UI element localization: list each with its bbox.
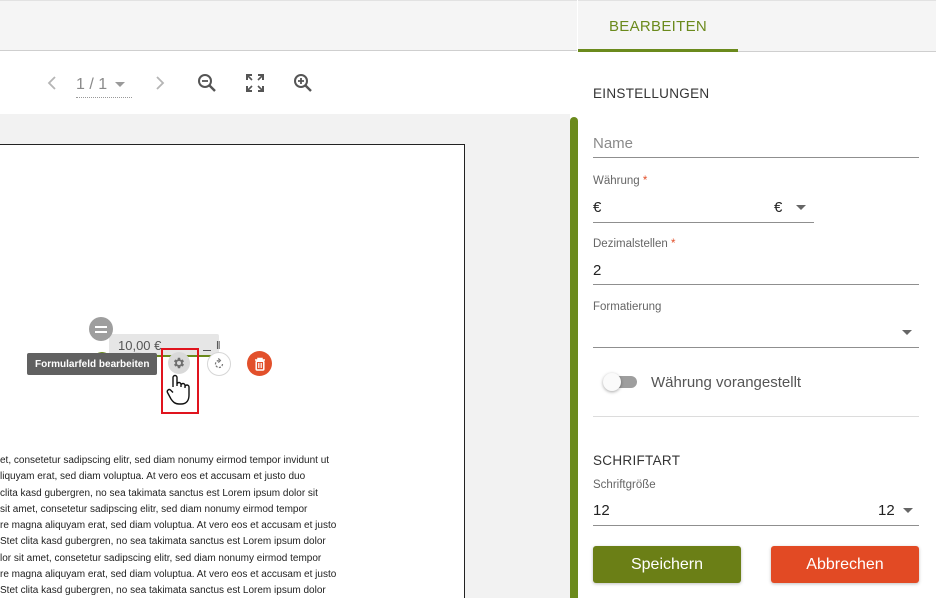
document-text-line: sit amet, consetetur sadipscing elitr, s… xyxy=(0,503,308,515)
settings-section-title: EINSTELLUNGEN xyxy=(593,86,710,101)
document-text-line: Stet clita kasd gubergren, no sea takima… xyxy=(0,585,326,597)
currency-label-text: Währung xyxy=(593,175,640,187)
rotate-field-button[interactable] xyxy=(207,352,231,376)
currency-value: € xyxy=(593,199,602,216)
cancel-button-label: Abbrechen xyxy=(806,555,884,573)
required-mark: * xyxy=(642,175,648,187)
viewer-scrollbar[interactable] xyxy=(570,117,578,598)
save-button[interactable]: Speichern xyxy=(593,546,741,583)
decimals-input[interactable]: Dezimalstellen * 2 xyxy=(593,238,919,286)
decimals-underline xyxy=(593,284,919,285)
document-viewer: 1 / 1 10,00 € ‖ Formularfeld bearbeiten … xyxy=(0,0,578,598)
chevron-down-icon xyxy=(902,330,912,335)
edit-panel: BEARBEITEN EINSTELLUNGEN Name Währung * … xyxy=(578,0,936,598)
currency-selected: € xyxy=(774,199,783,216)
formatting-underline xyxy=(593,347,919,348)
decimals-label: Dezimalstellen * xyxy=(593,238,919,250)
zoom-in-icon xyxy=(294,74,312,92)
next-page-button[interactable] xyxy=(146,70,172,96)
chevron-left-icon xyxy=(47,76,56,90)
drag-handle-icon xyxy=(95,325,107,333)
formatting-select[interactable]: Formatierung xyxy=(593,301,919,349)
zoom-out-button[interactable] xyxy=(194,70,220,96)
font-section-title: SCHRIFTART xyxy=(593,453,681,468)
form-field-marker xyxy=(203,350,211,351)
trash-icon xyxy=(254,357,265,371)
viewer-toolbar: 1 / 1 xyxy=(0,52,577,114)
edit-field-tooltip: Formularfeld bearbeiten xyxy=(27,353,158,375)
viewer-header-strip xyxy=(0,0,577,51)
fullscreen-button[interactable] xyxy=(242,70,268,96)
save-button-label: Speichern xyxy=(630,555,704,573)
page-selector[interactable]: 1 / 1 xyxy=(76,72,132,98)
zoom-out-icon xyxy=(198,74,216,92)
font-size-label: Schriftgröße xyxy=(593,479,656,491)
section-divider xyxy=(593,416,919,417)
formatting-label: Formatierung xyxy=(593,301,662,313)
tab-edit[interactable]: BEARBEITEN xyxy=(578,1,738,52)
page-indicator-text: 1 / 1 xyxy=(76,75,108,93)
document-text-line: et, consetetur sadipscing elitr, sed dia… xyxy=(0,455,330,466)
rotate-icon xyxy=(214,357,224,369)
fullscreen-icon xyxy=(246,74,264,92)
chevron-down-icon xyxy=(796,205,806,210)
currency-underline xyxy=(593,222,814,223)
chevron-down-icon xyxy=(903,508,913,513)
name-input[interactable]: Name xyxy=(593,135,633,152)
drag-handle-button[interactable] xyxy=(89,317,113,341)
delete-field-button[interactable] xyxy=(247,351,272,376)
document-text-line: re magna aliquyam erat, sed diam voluptu… xyxy=(0,520,337,532)
chevron-right-icon xyxy=(156,76,165,90)
font-size-selected: 12 xyxy=(878,502,895,519)
currency-select[interactable]: Währung * € € xyxy=(593,175,815,223)
active-tab-indicator xyxy=(578,49,738,52)
hand-cursor-icon xyxy=(166,374,190,405)
currency-prefix-toggle[interactable] xyxy=(603,373,639,391)
font-size-select[interactable]: Schriftgröße 12 12 xyxy=(593,479,919,527)
chevron-down-icon xyxy=(115,82,126,87)
document-text-line: Stet clita kasd gubergren, no sea takima… xyxy=(0,536,326,548)
name-input-underline xyxy=(593,157,919,158)
zoom-in-button[interactable] xyxy=(290,70,316,96)
document-text-line: clita kasd gubergren, no sea takimata sa… xyxy=(0,487,318,499)
decimals-value: 2 xyxy=(593,262,602,279)
font-size-underline xyxy=(593,525,919,526)
panel-tab-bar: BEARBEITEN xyxy=(578,0,936,52)
toggle-knob xyxy=(603,373,621,391)
document-text-line: liquyam erat, sed diam voluptua. At vero… xyxy=(0,471,306,483)
currency-label: Währung * xyxy=(593,175,815,187)
cancel-button[interactable]: Abbrechen xyxy=(771,546,919,583)
font-size-value: 12 xyxy=(593,502,610,519)
tab-edit-label: BEARBEITEN xyxy=(608,18,708,35)
tooltip-text: Formularfeld bearbeiten xyxy=(35,358,150,370)
required-mark: * xyxy=(670,238,676,250)
decimals-label-text: Dezimalstellen xyxy=(593,238,668,250)
document-text-line: re magna aliquyam erat, sed diam voluptu… xyxy=(0,569,337,581)
resize-handle[interactable]: ‖ xyxy=(216,341,221,352)
previous-page-button[interactable] xyxy=(40,70,66,96)
document-body-text: et, consetetur sadipscing elitr, sed dia… xyxy=(0,453,400,598)
document-text-line: lor sit amet, consetetur sadipscing elit… xyxy=(0,552,322,564)
form-field-value: 10,00 € xyxy=(118,338,162,353)
currency-prefix-label: Währung vorangestellt xyxy=(651,374,802,391)
